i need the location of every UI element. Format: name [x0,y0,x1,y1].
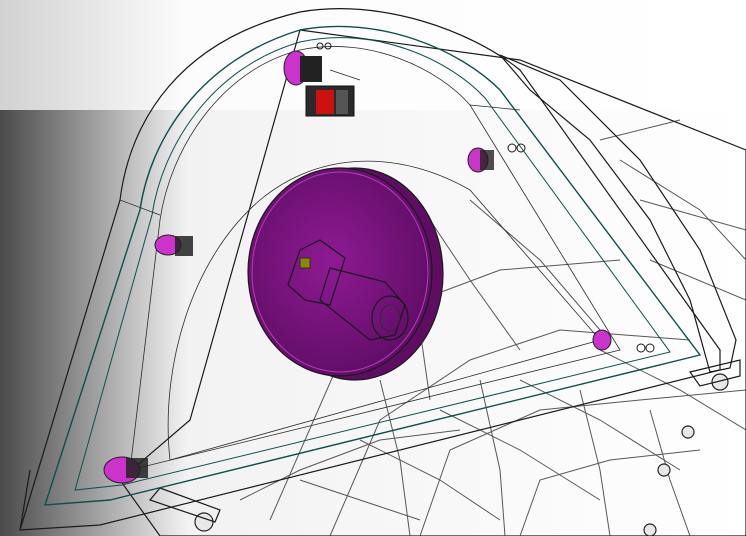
mount-clip-top [283,50,322,86]
rotor-disc[interactable] [247,167,444,381]
mount-clip-right [467,147,494,173]
mount-clip-left [154,234,193,256]
model-render [0,0,746,536]
mount-clip-bottom-right [592,329,612,351]
center-bracket [305,85,355,117]
cad-viewport[interactable] [0,0,746,536]
